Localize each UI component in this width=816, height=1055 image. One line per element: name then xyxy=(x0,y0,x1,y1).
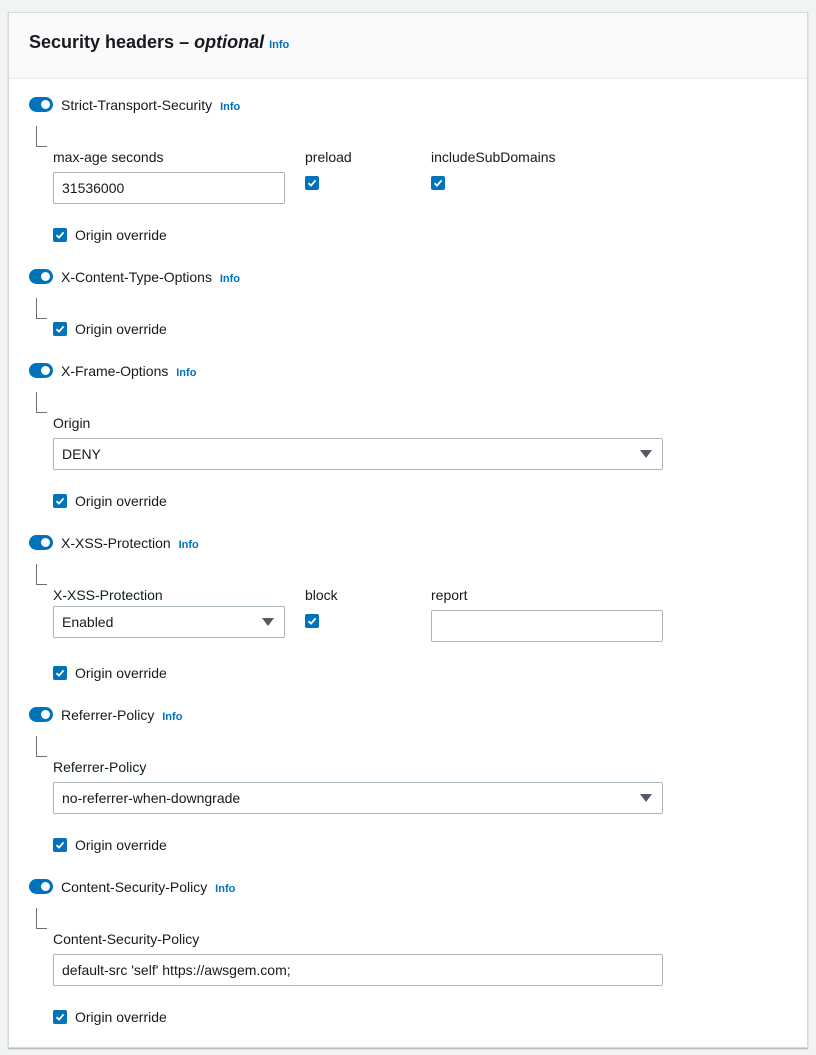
xxss-label: X-XSS-Protection Info xyxy=(61,535,199,551)
xfo-origin-label: Origin xyxy=(53,415,91,431)
max-age-input[interactable]: 31536000 xyxy=(53,172,285,204)
referrer-label: Referrer-Policy Info xyxy=(61,707,182,723)
csp-label: Content-Security-Policy Info xyxy=(61,879,235,895)
hsts-label: Strict-Transport-Security Info xyxy=(61,97,240,113)
caret-down-icon xyxy=(640,794,652,802)
check-icon xyxy=(55,1013,65,1021)
xxss-label-text: X-XSS-Protection xyxy=(61,535,171,551)
report-label: report xyxy=(431,587,468,603)
xxss-protection-select[interactable]: Enabled xyxy=(53,606,285,638)
panel-info-link[interactable]: Info xyxy=(269,39,289,51)
xcto-origin-override-label: Origin override xyxy=(75,321,167,337)
xfo-origin-override-checkbox[interactable] xyxy=(53,494,67,508)
xcto-origin-override-checkbox[interactable] xyxy=(53,322,67,336)
panel-title-text: Security headers – xyxy=(29,32,195,52)
check-icon xyxy=(55,841,65,849)
check-icon xyxy=(55,325,65,333)
xfo-toggle[interactable] xyxy=(29,363,53,378)
check-icon xyxy=(55,669,65,677)
xxss-connector xyxy=(36,564,47,585)
check-icon xyxy=(307,179,317,187)
check-icon xyxy=(433,179,443,187)
include-subdomains-checkbox[interactable] xyxy=(431,176,445,190)
xxss-protection-value: Enabled xyxy=(62,614,114,630)
include-subdomains-label: includeSubDomains xyxy=(431,149,556,165)
xfo-connector xyxy=(36,392,47,413)
xxss-protection-label: X-XSS-Protection xyxy=(53,587,163,603)
check-icon xyxy=(55,231,65,239)
preload-label: preload xyxy=(305,149,352,165)
referrer-label-text: Referrer-Policy xyxy=(61,707,155,723)
xcto-info-link[interactable]: Info xyxy=(220,273,240,285)
csp-policy-input[interactable]: default-src 'self' https://awsgem.com; xyxy=(53,954,663,986)
referrer-toggle[interactable] xyxy=(29,707,53,722)
xcto-label: X-Content-Type-Options Info xyxy=(61,269,240,285)
panel-title: Security headers – optional Info xyxy=(29,32,289,53)
referrer-policy-select[interactable]: no-referrer-when-downgrade xyxy=(53,782,663,814)
check-icon xyxy=(307,617,317,625)
referrer-connector xyxy=(36,736,47,757)
csp-info-link[interactable]: Info xyxy=(215,883,235,895)
report-input[interactable] xyxy=(431,610,663,642)
check-icon xyxy=(55,497,65,505)
csp-policy-label: Content-Security-Policy xyxy=(53,931,200,947)
referrer-origin-override-label: Origin override xyxy=(75,837,167,853)
referrer-policy-value: no-referrer-when-downgrade xyxy=(62,790,241,806)
xcto-toggle[interactable] xyxy=(29,269,53,284)
csp-toggle[interactable] xyxy=(29,879,53,894)
xfo-origin-select[interactable]: DENY xyxy=(53,438,663,470)
xxss-origin-override-label: Origin override xyxy=(75,665,167,681)
hsts-label-text: Strict-Transport-Security xyxy=(61,97,213,113)
xfo-origin-value: DENY xyxy=(62,446,101,462)
hsts-origin-override-checkbox[interactable] xyxy=(53,228,67,242)
caret-down-icon xyxy=(640,450,652,458)
xfo-label-text: X-Frame-Options xyxy=(61,363,169,379)
caret-down-icon xyxy=(262,618,274,626)
xxss-origin-override-checkbox[interactable] xyxy=(53,666,67,680)
xcto-connector xyxy=(36,298,47,319)
csp-origin-override-checkbox[interactable] xyxy=(53,1010,67,1024)
csp-origin-override-label: Origin override xyxy=(75,1009,167,1025)
hsts-origin-override-label: Origin override xyxy=(75,227,167,243)
xxss-info-link[interactable]: Info xyxy=(179,539,199,551)
csp-label-text: Content-Security-Policy xyxy=(61,879,208,895)
xxss-toggle[interactable] xyxy=(29,535,53,550)
max-age-label: max-age seconds xyxy=(53,149,164,165)
hsts-connector xyxy=(36,126,47,147)
xfo-origin-override-label: Origin override xyxy=(75,493,167,509)
referrer-policy-label: Referrer-Policy xyxy=(53,759,147,775)
panel-header: Security headers – optional Info xyxy=(9,13,807,79)
xfo-info-link[interactable]: Info xyxy=(176,367,196,379)
preload-checkbox[interactable] xyxy=(305,176,319,190)
referrer-info-link[interactable]: Info xyxy=(162,711,182,723)
xfo-label: X-Frame-Options Info xyxy=(61,363,196,379)
block-label: block xyxy=(305,587,338,603)
hsts-toggle[interactable] xyxy=(29,97,53,112)
panel-title-optional: optional xyxy=(194,32,265,52)
xcto-label-text: X-Content-Type-Options xyxy=(61,269,212,285)
hsts-info-link[interactable]: Info xyxy=(220,101,240,113)
block-checkbox[interactable] xyxy=(305,614,319,628)
referrer-origin-override-checkbox[interactable] xyxy=(53,838,67,852)
csp-connector xyxy=(36,908,47,929)
